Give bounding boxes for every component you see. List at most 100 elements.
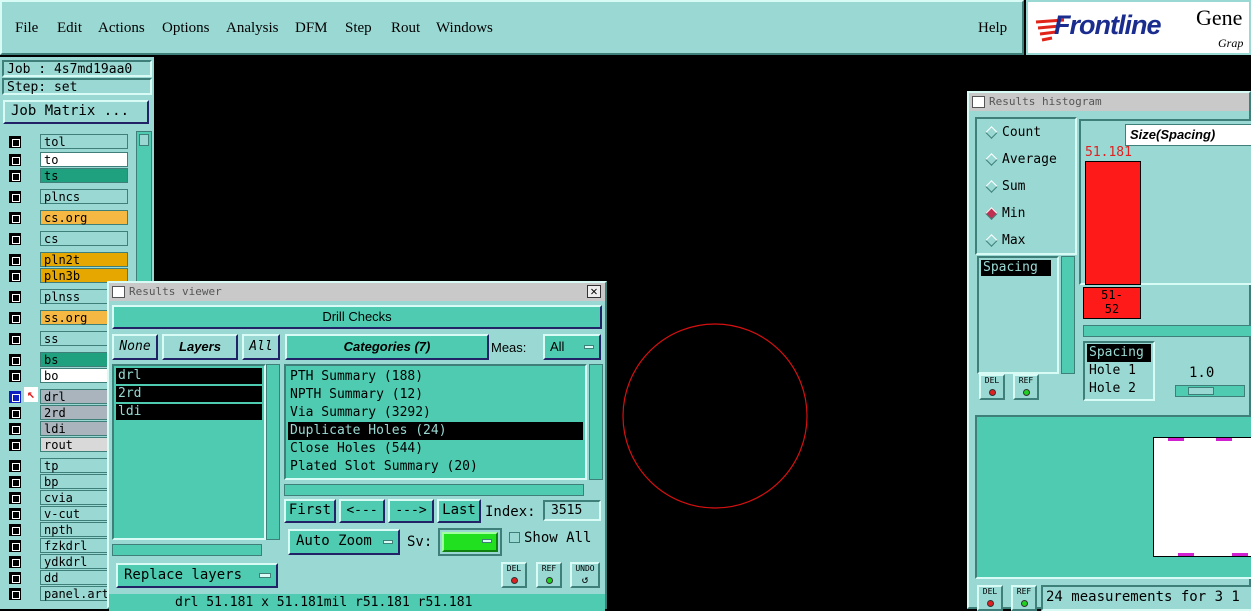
layer-checkbox-icon[interactable] <box>8 353 22 367</box>
spacing-list[interactable]: Spacing <box>977 256 1059 374</box>
layer-name[interactable]: tol <box>40 134 128 149</box>
next-button[interactable]: ---> <box>388 499 434 523</box>
categories-list[interactable]: PTH Summary (188) NPTH Summary (12) Via Su… <box>284 364 587 480</box>
layer-name[interactable]: to <box>40 152 128 167</box>
histogram-bar[interactable] <box>1085 161 1141 285</box>
layers-all-button[interactable]: All <box>242 334 280 360</box>
histogram-titlebar[interactable]: Results histogram <box>969 93 1249 111</box>
layer-row[interactable]: cs.org <box>6 210 128 225</box>
auto-zoom-dropdown[interactable]: Auto Zoom <box>288 529 400 555</box>
result-layer-item[interactable]: 2rd <box>116 386 262 402</box>
layer-results-scrollbar[interactable] <box>266 364 280 540</box>
attribute-list-item[interactable]: Hole 2 <box>1087 380 1151 398</box>
histogram-hscrollbar[interactable] <box>1083 325 1251 337</box>
first-button[interactable]: First <box>284 499 336 523</box>
undo-button[interactable]: UNDO ↺ <box>570 562 600 588</box>
layer-name[interactable]: cs.org <box>40 210 128 225</box>
layer-checkbox-icon[interactable] <box>8 475 22 489</box>
drill-checks-header[interactable]: Drill Checks <box>112 305 602 329</box>
bin-size-slider[interactable] <box>1175 385 1245 397</box>
mode-radio-min[interactable]: Min <box>985 206 1025 221</box>
menu-options[interactable]: Options <box>162 20 210 37</box>
layer-checkbox-icon[interactable] <box>8 571 22 585</box>
layer-row[interactable]: cs <box>6 231 128 246</box>
layer-checkbox-icon[interactable] <box>8 311 22 325</box>
attribute-list-item[interactable]: Spacing <box>1087 344 1151 362</box>
layer-checkbox-icon[interactable] <box>8 190 22 204</box>
layer-checkbox-icon[interactable] <box>8 135 22 149</box>
categories-hscrollbar[interactable] <box>284 484 584 496</box>
index-input[interactable]: 3515 <box>543 500 601 521</box>
attribute-list[interactable]: Spacing Hole 1 Hole 2 <box>1083 341 1155 401</box>
last-button[interactable]: Last <box>437 499 481 523</box>
window-menu-icon[interactable] <box>972 96 985 108</box>
attribute-list-item[interactable]: Hole 1 <box>1087 362 1151 380</box>
layer-checkbox-icon[interactable] <box>8 459 22 473</box>
layer-name[interactable]: plncs <box>40 189 128 204</box>
layer-checkbox-icon[interactable] <box>8 555 22 569</box>
layer-checkbox-icon[interactable] <box>8 523 22 537</box>
layer-checkbox-icon[interactable] <box>8 438 22 452</box>
menu-dfm[interactable]: DFM <box>295 20 328 37</box>
layer-results-hscrollbar[interactable] <box>112 544 262 556</box>
menu-step[interactable]: Step <box>345 20 372 37</box>
layer-row[interactable]: to <box>6 152 128 167</box>
layer-checkbox-icon[interactable] <box>8 211 22 225</box>
replace-layers-dropdown[interactable]: Replace layers <box>116 563 278 588</box>
layers-header-button[interactable]: Layers <box>162 334 238 360</box>
mode-radio-sum[interactable]: Sum <box>985 179 1025 194</box>
result-layer-item[interactable]: drl <box>116 368 262 384</box>
layer-checkbox-icon[interactable] <box>8 390 22 404</box>
layer-checkbox-icon[interactable] <box>8 169 22 183</box>
menu-help[interactable]: Help <box>978 20 1007 37</box>
layer-checkbox-icon[interactable] <box>8 253 22 267</box>
del-button[interactable]: DEL <box>501 562 527 588</box>
close-icon[interactable]: ✕ <box>587 285 601 298</box>
result-layer-item[interactable]: ldi <box>116 404 262 420</box>
layer-checkbox-icon[interactable] <box>8 422 22 436</box>
category-item[interactable]: Duplicate Holes (24) <box>288 422 583 440</box>
menu-edit[interactable]: Edit <box>57 20 82 37</box>
job-matrix-button[interactable]: Job Matrix ... <box>3 100 149 124</box>
menu-rout[interactable]: Rout <box>391 20 420 37</box>
results-viewer-titlebar[interactable]: Results viewer ✕ <box>109 283 605 301</box>
menu-analysis[interactable]: Analysis <box>226 20 279 37</box>
layer-checkbox-icon[interactable] <box>8 232 22 246</box>
layer-checkbox-icon[interactable] <box>8 153 22 167</box>
layer-checkbox-icon[interactable] <box>8 491 22 505</box>
menu-windows[interactable]: Windows <box>436 20 493 37</box>
spacing-list-scrollbar[interactable] <box>1061 256 1075 374</box>
meas-dropdown[interactable]: All <box>543 334 601 360</box>
window-menu-icon[interactable] <box>112 286 125 298</box>
layer-checkbox-icon[interactable] <box>8 539 22 553</box>
category-item[interactable]: PTH Summary (188) <box>288 368 583 386</box>
layer-row[interactable]: tol <box>6 134 128 149</box>
category-item[interactable]: Close Holes (544) <box>288 440 583 458</box>
layer-checkbox-icon[interactable] <box>8 587 22 601</box>
histogram-ref-button[interactable]: REF <box>1013 374 1039 400</box>
prev-button[interactable]: <--- <box>339 499 385 523</box>
layer-checkbox-icon[interactable] <box>8 507 22 521</box>
category-item[interactable]: NPTH Summary (12) <box>288 386 583 404</box>
layer-row[interactable]: plncs <box>6 189 128 204</box>
categories-header-button[interactable]: Categories (7) <box>285 334 489 360</box>
layers-none-button[interactable]: None <box>112 334 158 360</box>
layer-checkbox-icon[interactable] <box>8 269 22 283</box>
histogram-del-button[interactable]: DEL <box>979 374 1005 400</box>
layer-name[interactable]: cs <box>40 231 128 246</box>
categories-scrollbar[interactable] <box>589 364 603 480</box>
layer-name[interactable]: pln2t <box>40 252 128 267</box>
mode-radio-max[interactable]: Max <box>985 233 1025 248</box>
mode-radio-average[interactable]: Average <box>985 152 1057 167</box>
scroll-up-arrow-icon[interactable] <box>139 134 149 146</box>
layer-name[interactable]: ts <box>40 168 128 183</box>
category-item[interactable]: Via Summary (3292) <box>288 404 583 422</box>
menu-actions[interactable]: Actions <box>98 20 145 37</box>
show-all-checkbox[interactable] <box>509 532 520 543</box>
layer-checkbox-icon[interactable] <box>8 290 22 304</box>
histogram-del-button-2[interactable]: DEL <box>977 585 1003 611</box>
ref-button[interactable]: REF <box>536 562 562 588</box>
layer-results-list[interactable]: drl 2rd ldi <box>112 364 266 540</box>
layer-checkbox-icon[interactable] <box>8 332 22 346</box>
layer-row[interactable]: ts <box>6 168 128 183</box>
